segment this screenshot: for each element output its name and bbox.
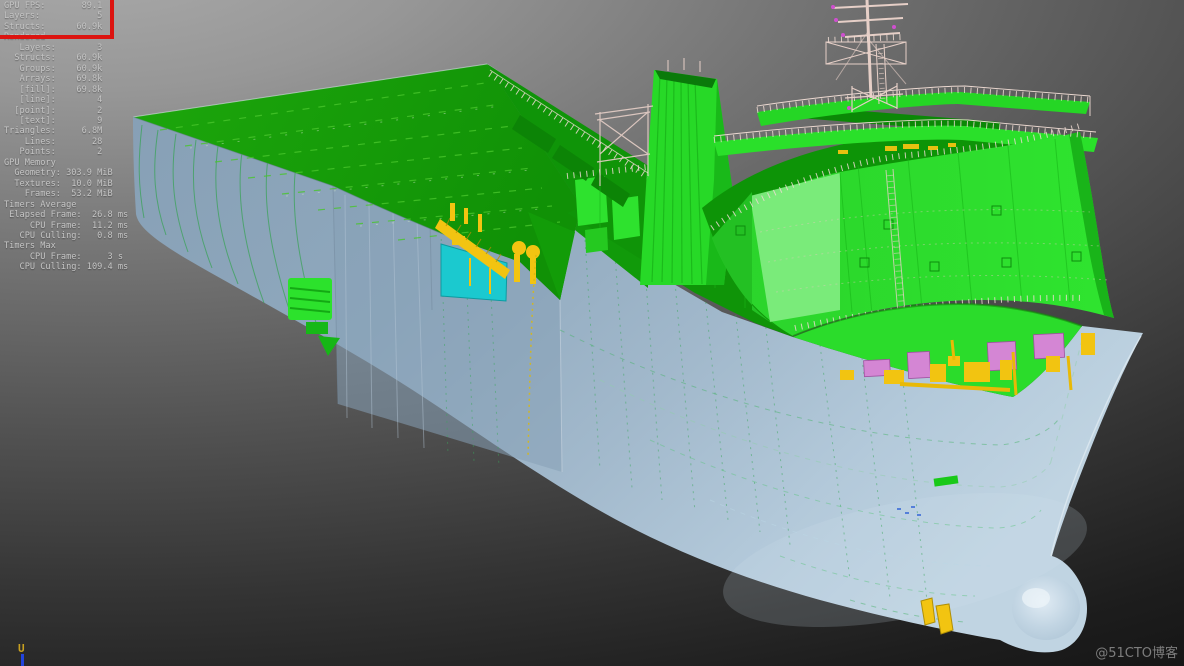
ship-model-render xyxy=(0,0,1184,666)
viewport-3d[interactable]: GPU FPS: 89.1 Layers: 5 Structs: 60.9k R… xyxy=(0,0,1184,666)
performance-stats-overlay: GPU FPS: 89.1 Layers: 5 Structs: 60.9k R… xyxy=(4,1,128,273)
highlight-box-annotation xyxy=(0,0,114,39)
axis-up-stem xyxy=(21,654,24,666)
axis-gizmo[interactable]: U xyxy=(16,642,36,666)
watermark: @51CTO博客 xyxy=(1095,642,1178,661)
mast-platform xyxy=(826,37,906,64)
bulbous-bow xyxy=(1012,576,1080,640)
